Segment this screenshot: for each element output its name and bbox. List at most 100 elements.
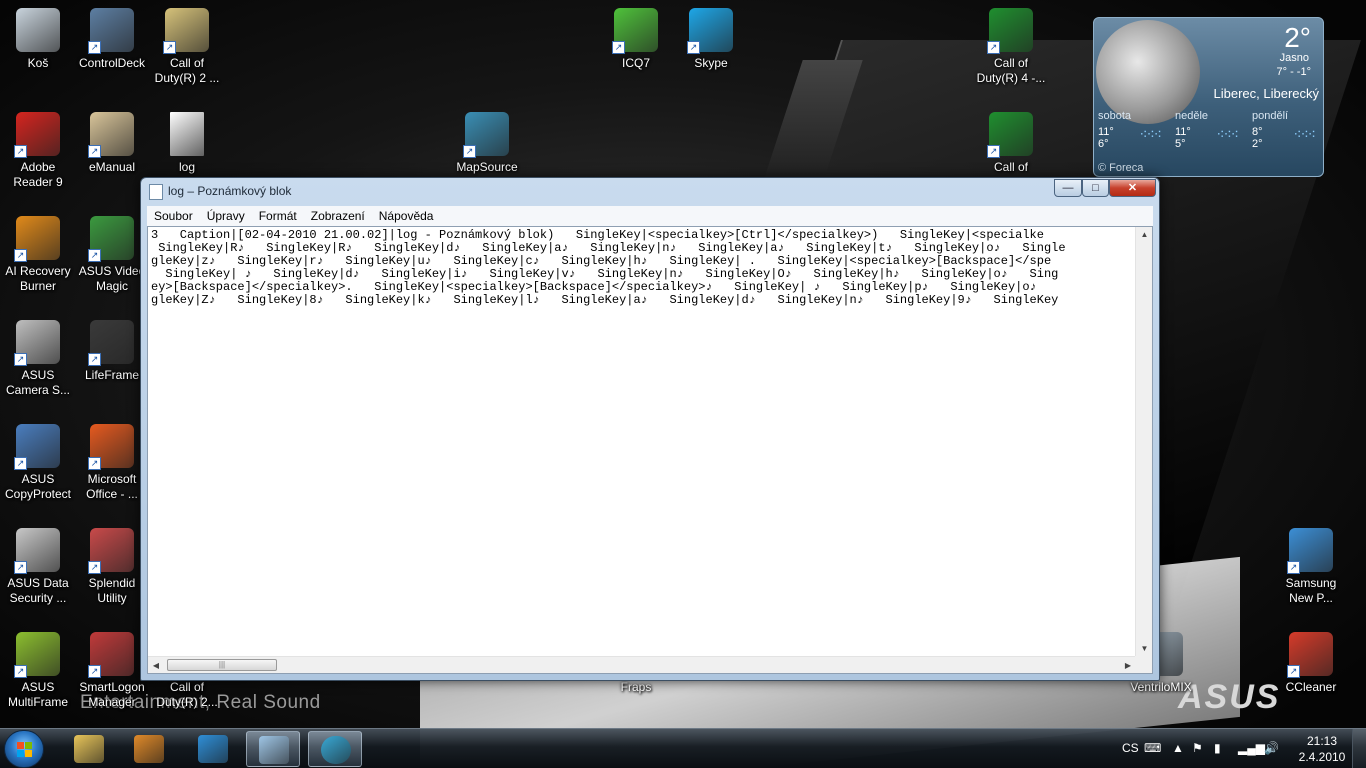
shortcut-arrow-icon: ↗ [14, 457, 27, 470]
menu-format[interactable]: Formát [252, 209, 304, 223]
desktop-icon[interactable]: ↗ ASUS Video Magic [74, 216, 150, 294]
window-titlebar[interactable]: log – Poznámkový blok — □ ✕ [141, 178, 1159, 206]
text-file-icon [170, 112, 204, 156]
desktop-icon[interactable]: ↗ ASUS CopyProtect [0, 424, 76, 502]
desktop-icon[interactable]: ↗ Koš [0, 8, 76, 71]
skype-icon: ↗ [687, 8, 733, 54]
desktop-icon-label: Adobe Reader 9 [13, 160, 63, 189]
scroll-thumb[interactable]: ||| [167, 659, 277, 671]
weather-forecast: sobota 11° 6° ⁖⁖⁖ neděle 11° 5° ⁖⁖⁖ pond… [1094, 110, 1323, 162]
menu-file[interactable]: Soubor [147, 209, 200, 223]
weather-city: Liberec, Liberecký [1213, 86, 1320, 101]
emanual-icon: ↗ [88, 112, 134, 158]
show-hidden-icons-icon[interactable]: ▲ [1172, 741, 1184, 755]
desktop-icon-label: ICQ7 [621, 56, 650, 70]
desktop-icon[interactable]: ↗ Samsung New P... [1273, 528, 1349, 606]
recycle-bin-icon: ↗ [16, 8, 60, 52]
rain-icon: ⁖⁖⁖ [1139, 126, 1162, 142]
desktop-icon[interactable]: ↗ MapSource [449, 112, 525, 175]
desktop-icon[interactable]: ↗ CCleaner [1273, 632, 1349, 695]
forecast-day: sobota 11° 6° ⁖⁖⁖ [1094, 110, 1171, 162]
scroll-up-icon[interactable]: ▲ [1136, 227, 1153, 243]
desktop-icon[interactable]: ↗ LifeFrame [74, 320, 150, 383]
show-desktop-button[interactable] [1352, 729, 1366, 768]
desktop-icon[interactable]: ↗ Call of Duty(R) 4 -... [973, 8, 1049, 86]
moon-icon [1096, 20, 1200, 124]
desktop-icon[interactable]: ↗ Adobe Reader 9 [0, 112, 76, 190]
adobe-reader-icon: ↗ [14, 112, 60, 158]
scroll-right-icon[interactable]: ▶ [1120, 657, 1136, 674]
desktop-icon-label: Call of Duty(R) 2... [156, 680, 218, 709]
horizontal-scrollbar[interactable]: ◀ ||| ▶ [148, 656, 1136, 673]
taskbar: CS ⌨ ▲ ⚑ ▮ ▂▄▆ 🔊 21:13 2.4.2010 [0, 728, 1366, 768]
shortcut-arrow-icon: ↗ [463, 145, 476, 158]
desktop-icon-label: Samsung New P... [1285, 576, 1337, 605]
weather-source[interactable]: © Foreca [1098, 162, 1143, 174]
taskbar-internet-explorer[interactable] [186, 731, 240, 767]
notepad-window[interactable]: log – Poznámkový blok — □ ✕ Soubor Úprav… [140, 177, 1160, 681]
menu-help[interactable]: Nápověda [372, 209, 441, 223]
desktop-icon[interactable]: ↗ ASUS Camera S... [0, 320, 76, 398]
desktop-icon[interactable]: ↗ eManual [74, 112, 150, 175]
shortcut-arrow-icon: ↗ [987, 41, 1000, 54]
desktop-icon[interactable]: ↗ ControlDeck [74, 8, 150, 71]
action-center-flag-icon[interactable]: ⚑ [1192, 741, 1203, 755]
close-button[interactable]: ✕ [1109, 179, 1156, 197]
vertical-scrollbar[interactable]: ▲ ▼ [1135, 227, 1152, 657]
taskbar-notepad[interactable] [246, 731, 300, 767]
desktop-icon-label: Call of Duty(R) 4 -... [976, 56, 1046, 85]
shortcut-arrow-icon: ↗ [14, 249, 27, 262]
desktop-icon[interactable]: log [149, 112, 225, 175]
maximize-button[interactable]: □ [1082, 179, 1109, 197]
desktop-icon[interactable]: ↗ ASUS Data Security ... [0, 528, 76, 606]
weather-gadget[interactable]: 2° Jasno 7° - -1° Liberec, Liberecký sob… [1093, 17, 1324, 177]
text-content[interactable]: 3 Caption|[02-04-2010 21.00.02]|log - Po… [151, 229, 1136, 655]
volume-icon[interactable]: 🔊 [1264, 741, 1279, 755]
desktop-icon[interactable]: ↗ SmartLogon Manager [74, 632, 150, 710]
shortcut-arrow-icon: ↗ [88, 665, 101, 678]
menu-bar: Soubor Úpravy Formát Zobrazení Nápověda [147, 206, 1153, 226]
scroll-left-icon[interactable]: ◀ [148, 657, 164, 674]
clock[interactable]: 21:13 2.4.2010 [1296, 733, 1348, 765]
desktop-icon-label: VentriloMIX [1130, 680, 1192, 694]
start-button[interactable] [4, 730, 44, 768]
multiframe-icon: ↗ [14, 632, 60, 678]
text-editor[interactable]: 3 Caption|[02-04-2010 21.00.02]|log - Po… [147, 226, 1153, 674]
taskbar-explorer[interactable] [62, 731, 116, 767]
desktop-icon[interactable]: ↗ ASUS MultiFrame [0, 632, 76, 710]
power-icon[interactable]: ▮ [1214, 741, 1221, 755]
taskbar-media-player[interactable] [122, 731, 176, 767]
desktop-icon[interactable]: ↗ ICQ7 [598, 8, 674, 71]
shortcut-arrow-icon: ↗ [14, 145, 27, 158]
ccleaner-icon: ↗ [1287, 632, 1333, 678]
shortcut-arrow-icon: ↗ [88, 249, 101, 262]
desktop-icon[interactable]: ↗ Skype [673, 8, 749, 71]
ai-recovery-icon: ↗ [14, 216, 60, 262]
menu-edit[interactable]: Úpravy [200, 209, 252, 223]
menu-view[interactable]: Zobrazení [304, 209, 372, 223]
splendid-icon: ↗ [88, 528, 134, 574]
desktop-icon-label: Koš [27, 56, 49, 70]
desktop-icon[interactable]: ↗ Splendid Utility [74, 528, 150, 606]
scroll-down-icon[interactable]: ▼ [1136, 641, 1153, 657]
desktop-icon-label: ControlDeck [78, 56, 146, 70]
network-signal-icon[interactable]: ▂▄▆ [1238, 741, 1265, 755]
desktop-icon-label: Splendid Utility [88, 576, 136, 605]
notepad-icon[interactable] [149, 184, 163, 200]
shortcut-arrow-icon: ↗ [1287, 665, 1300, 678]
text-line: gleKey|Z♪ SingleKey|8♪ SingleKey|k♪ Sing… [151, 293, 1059, 307]
minimize-button[interactable]: — [1054, 179, 1082, 197]
desktop-icon[interactable]: ↗ AI Recovery Burner [0, 216, 76, 294]
shortcut-arrow-icon: ↗ [14, 353, 27, 366]
data-security-icon: ↗ [14, 528, 60, 574]
desktop-icon[interactable]: ↗ Call of Duty(R) 2 ... [149, 8, 225, 86]
language-indicator[interactable]: CS [1122, 741, 1139, 755]
taskbar-app[interactable] [308, 731, 362, 767]
control-deck-icon: ↗ [88, 8, 134, 54]
desktop-icon-label: MapSource [456, 160, 518, 174]
desktop-icon[interactable]: ↗ Microsoft Office - ... [74, 424, 150, 502]
keyboard-icon[interactable]: ⌨ [1144, 741, 1161, 755]
desktop-icon[interactable]: ↗ Call of [973, 112, 1049, 175]
lifeframe-icon: ↗ [88, 320, 134, 366]
size-grip[interactable] [1135, 656, 1152, 673]
